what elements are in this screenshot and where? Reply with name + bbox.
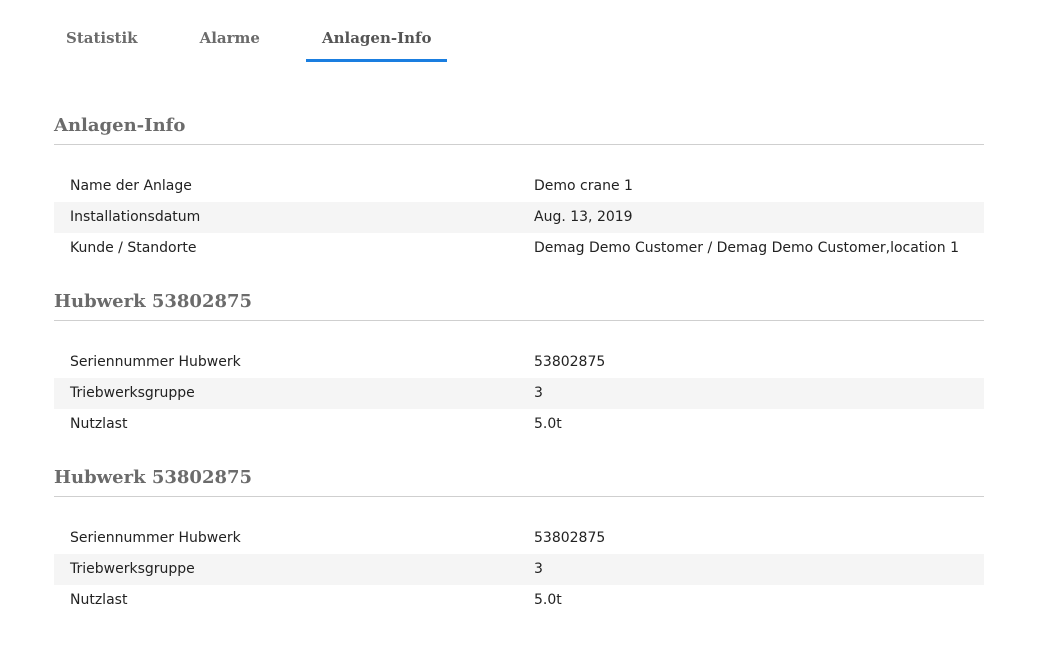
row-label: Triebwerksgruppe [70,561,195,577]
row-value: 5.0t [534,592,562,608]
row-label: Installationsdatum [70,209,201,225]
row-value: 53802875 [534,530,606,546]
info-table: Seriennummer Hubwerk 53802875 Triebwerks… [54,347,984,440]
row-value: Aug. 13, 2019 [534,209,633,225]
section-title: Hubwerk 53802875 [54,288,984,321]
section-title: Hubwerk 53802875 [54,464,984,497]
row-label: Nutzlast [70,592,128,608]
section-title: Anlagen-Info [54,112,984,145]
section-hubwerk-2: Hubwerk 53802875 Seriennummer Hubwerk 53… [54,464,984,616]
table-row: Triebwerksgruppe 3 [54,378,984,409]
tab-anlagen-info[interactable]: Anlagen-Info [305,20,448,62]
table-row: Seriennummer Hubwerk 53802875 [54,347,984,378]
row-label: Kunde / Standorte [70,240,197,256]
table-row: Nutzlast 5.0t [54,409,984,440]
row-label: Seriennummer Hubwerk [70,354,241,370]
row-value: Demag Demo Customer / Demag Demo Custome… [534,240,959,256]
table-row: Kunde / Standorte Demag Demo Customer / … [54,233,984,264]
table-row: Seriennummer Hubwerk 53802875 [54,523,984,554]
row-value: Demo crane 1 [534,178,633,194]
section-hubwerk-1: Hubwerk 53802875 Seriennummer Hubwerk 53… [54,288,984,440]
info-table: Seriennummer Hubwerk 53802875 Triebwerks… [54,523,984,616]
row-label: Name der Anlage [70,178,192,194]
row-label: Triebwerksgruppe [70,385,195,401]
row-value: 3 [534,385,543,401]
section-anlagen-info: Anlagen-Info Name der Anlage Demo crane … [54,112,984,264]
row-value: 53802875 [534,354,606,370]
tab-bar: Statistik Alarme Anlagen-Info [50,20,477,62]
row-value: 3 [534,561,543,577]
row-value: 5.0t [534,416,562,432]
main-content: Anlagen-Info Name der Anlage Demo crane … [54,112,984,640]
info-table: Name der Anlage Demo crane 1 Installatio… [54,171,984,264]
table-row: Name der Anlage Demo crane 1 [54,171,984,202]
row-label: Nutzlast [70,416,128,432]
table-row: Installationsdatum Aug. 13, 2019 [54,202,984,233]
tab-statistik[interactable]: Statistik [50,20,154,62]
row-label: Seriennummer Hubwerk [70,530,241,546]
table-row: Triebwerksgruppe 3 [54,554,984,585]
table-row: Nutzlast 5.0t [54,585,984,616]
tab-alarme[interactable]: Alarme [184,20,276,62]
